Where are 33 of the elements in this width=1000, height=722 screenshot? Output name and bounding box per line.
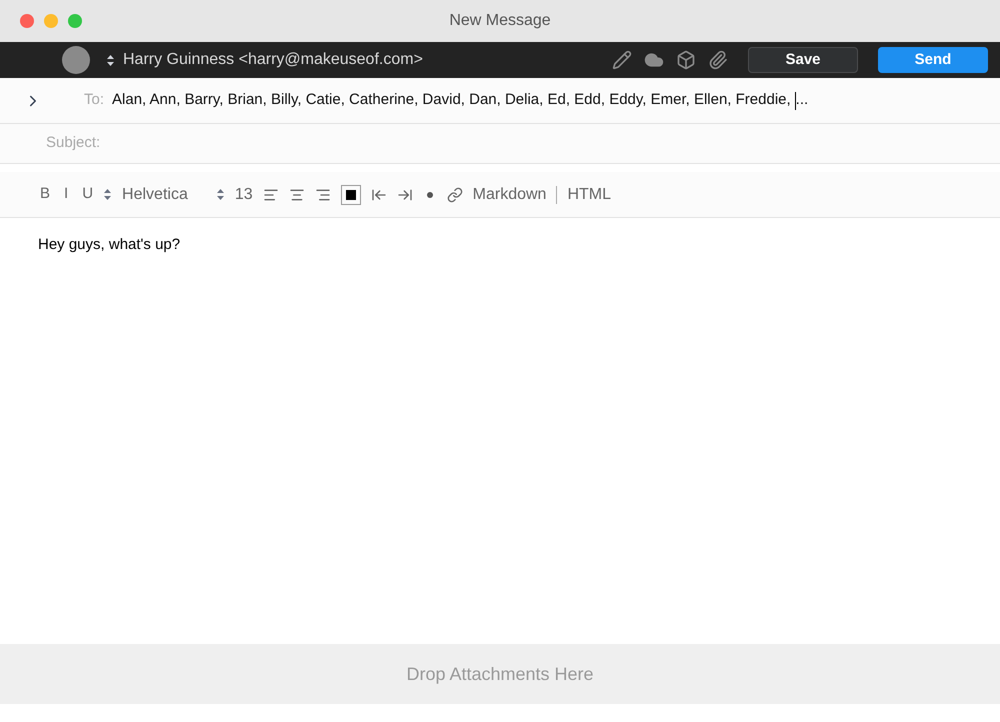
stepper-icon[interactable] xyxy=(216,188,225,201)
box-icon[interactable] xyxy=(676,50,696,70)
align-left-icon[interactable] xyxy=(262,186,279,202)
to-label: To: xyxy=(84,90,104,110)
format-mode-tab[interactable]: Markdown xyxy=(472,182,546,206)
size-selector[interactable]: 13 xyxy=(234,182,253,206)
to-field[interactable]: Alan, Ann, Barry, Brian, Billy, Catie, Catherine, David, Dan, Delia, Ed, Edd, Eddy, Emer, Ellen, Freddie, xyxy=(112,89,791,112)
font-selector[interactable]: Helvetica xyxy=(122,182,188,206)
text-cursor xyxy=(794,92,796,110)
window-title: New Message xyxy=(449,11,551,31)
format-mode-tab[interactable]: HTML xyxy=(567,182,612,206)
align-center-icon[interactable] xyxy=(288,186,305,202)
align-right-icon[interactable] xyxy=(314,186,331,202)
subject-label: Subject: xyxy=(46,133,100,154)
outdent-icon[interactable] xyxy=(370,186,387,202)
indent-icon[interactable] xyxy=(396,186,413,202)
more-recipients[interactable]: ... xyxy=(796,89,808,112)
sender-field[interactable]: Harry Guinness <harry@makeuseof.com> xyxy=(123,48,423,72)
pencil-icon[interactable] xyxy=(612,50,632,70)
text-color-icon[interactable] xyxy=(340,184,361,204)
stepper-icon[interactable] xyxy=(103,188,112,201)
underline-button[interactable]: U xyxy=(82,183,94,206)
bullet-icon[interactable] xyxy=(426,192,433,198)
italic-button[interactable]: I xyxy=(60,183,72,206)
send-button[interactable]: Send xyxy=(878,47,988,73)
link-icon[interactable] xyxy=(446,186,463,202)
drop-zone-label: Drop Attachments Here xyxy=(406,662,594,686)
bold-button[interactable]: B xyxy=(40,183,50,206)
message-body[interactable]: Hey guys, what's up? xyxy=(38,234,1000,256)
paperclip-icon[interactable] xyxy=(708,50,728,70)
avatar[interactable] xyxy=(62,46,90,74)
stepper-icon[interactable] xyxy=(106,54,115,66)
save-button[interactable]: Save xyxy=(748,47,858,73)
